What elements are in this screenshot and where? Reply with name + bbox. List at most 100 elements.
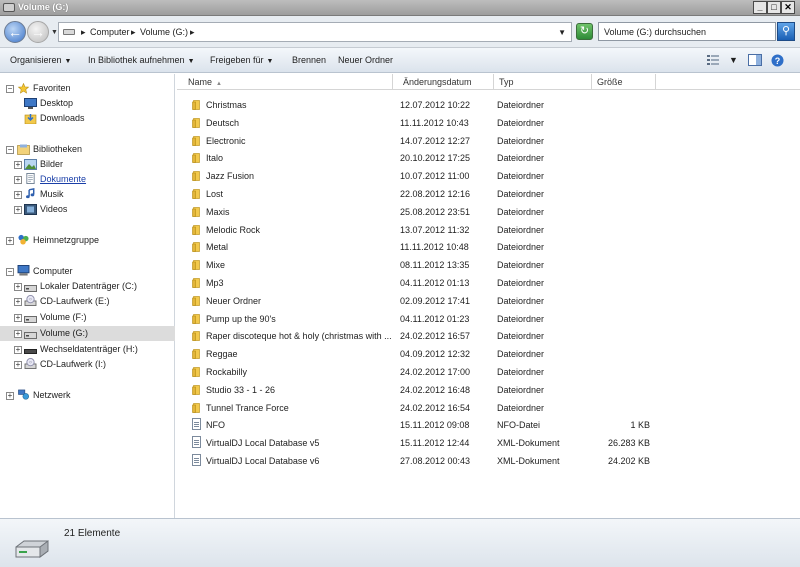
- table-row[interactable]: Mp3 04.11.2012 01:13 Dateiordner: [177, 274, 800, 292]
- view-options-icon[interactable]: [706, 54, 720, 66]
- file-type: Dateiordner: [497, 100, 545, 110]
- table-row[interactable]: Rockabilly 24.02.2012 17:00 Dateiordner: [177, 363, 800, 381]
- address-bar[interactable]: ▸ Computer ▸ Volume (G:) ▸ ▼: [58, 22, 572, 42]
- expand-icon[interactable]: +: [14, 206, 22, 214]
- nav-item-drive-c[interactable]: + Lokaler Datenträger (C:): [14, 280, 164, 294]
- nav-homegroup[interactable]: + Heimnetzgruppe: [6, 234, 171, 248]
- table-row[interactable]: Neuer Ordner 02.09.2012 17:41 Dateiordner: [177, 292, 800, 310]
- column-header-type[interactable]: Typ: [494, 74, 592, 90]
- expand-icon[interactable]: +: [14, 314, 22, 322]
- expand-icon[interactable]: +: [14, 346, 22, 354]
- back-button[interactable]: ←: [4, 21, 26, 43]
- file-type: NFO-Datei: [497, 420, 541, 431]
- minimize-button[interactable]: _: [753, 1, 767, 14]
- column-header-name[interactable]: Name ▲: [183, 74, 398, 90]
- folder-icon: [192, 242, 200, 253]
- nav-item-drive-e[interactable]: + CD-Laufwerk (E:): [14, 295, 164, 309]
- share-with-menu[interactable]: Freigeben für ▼: [210, 55, 273, 65]
- nav-item-drive-f[interactable]: + Volume (F:): [14, 311, 164, 325]
- nav-item-musik[interactable]: + Musik: [14, 188, 164, 202]
- address-dropdown-icon[interactable]: ▼: [558, 28, 566, 37]
- file-type: Dateiordner: [497, 135, 545, 146]
- folder-icon: [192, 384, 200, 395]
- view-dropdown-icon[interactable]: ▼: [729, 55, 738, 65]
- collapse-icon[interactable]: −: [6, 146, 14, 154]
- expand-icon[interactable]: +: [14, 191, 22, 199]
- table-row[interactable]: Studio 33 - 1 - 26 24.02.2012 16:48 Dateio…: [177, 381, 800, 399]
- table-row[interactable]: Tunnel Trance Force 24.02.2012 16:54 Datei…: [177, 399, 800, 417]
- table-row[interactable]: Raper discoteque hot & holy (christmas w…: [177, 327, 800, 345]
- nav-item-drive-i[interactable]: + CD-Laufwerk (I:): [14, 358, 164, 372]
- file-modified: 02.09.2012 17:41: [400, 295, 471, 306]
- table-row[interactable]: Deutsch 11.11.2012 10:43 Dateiordner: [177, 114, 800, 132]
- column-header-modified[interactable]: Änderungsdatum: [398, 74, 494, 90]
- expand-icon[interactable]: +: [6, 237, 14, 245]
- expand-icon[interactable]: +: [14, 283, 22, 291]
- file-name: Mp3: [206, 278, 224, 288]
- new-folder-button[interactable]: Neuer Ordner: [338, 55, 393, 65]
- nav-item-desktop[interactable]: Desktop: [24, 97, 164, 111]
- include-in-library-menu[interactable]: In Bibliothek aufnehmen ▼: [88, 55, 195, 65]
- recent-pages-dropdown[interactable]: ▼: [51, 29, 58, 36]
- table-row[interactable]: Reggae 04.09.2012 12:32 Dateiordner: [177, 345, 800, 363]
- expand-icon[interactable]: +: [14, 161, 22, 169]
- collapse-icon[interactable]: −: [6, 85, 14, 93]
- crumb-separator-icon[interactable]: ▸: [190, 27, 195, 38]
- nav-network[interactable]: + Netzwerk: [6, 389, 171, 403]
- table-row[interactable]: Lost 22.08.2012 12:16 Dateiordner: [177, 185, 800, 203]
- table-row[interactable]: NFO 15.11.2012 09:08 NFO-Datei 1 KB: [177, 416, 800, 434]
- maximize-button[interactable]: □: [767, 1, 781, 14]
- file-name: Mixe: [206, 260, 226, 271]
- crumb-separator-icon[interactable]: ▸: [81, 27, 86, 38]
- star-icon: [17, 83, 30, 94]
- nav-item-drive-g[interactable]: + Volume (G:): [14, 327, 164, 341]
- network-icon: [18, 389, 30, 400]
- burn-button[interactable]: Brennen: [292, 55, 326, 65]
- file-name: Christmas: [206, 100, 247, 110]
- table-row[interactable]: Melodic Rock 13.07.2012 11:32 Dateiordner: [177, 221, 800, 239]
- preview-pane-icon[interactable]: [748, 54, 762, 66]
- expand-icon[interactable]: +: [14, 298, 22, 306]
- nav-item-dokumente[interactable]: + Dokumente: [14, 173, 164, 187]
- table-row[interactable]: Christmas 12.07.2012 10:22 Dateiordner: [177, 96, 800, 114]
- refresh-button[interactable]: ↻: [576, 23, 593, 40]
- nav-libraries[interactable]: − Bibliotheken: [6, 143, 171, 157]
- file-size: 24.202 KB: [607, 456, 650, 466]
- nav-computer[interactable]: − Computer: [6, 265, 171, 279]
- organize-menu[interactable]: Organisieren ▼: [10, 55, 71, 65]
- table-row[interactable]: VirtualDJ Local Database v5 15.11.2012 12…: [177, 434, 800, 452]
- breadcrumb-computer[interactable]: Computer: [90, 27, 130, 37]
- table-row[interactable]: Metal 11.11.2012 10:48 Dateiordner: [177, 238, 800, 256]
- table-row[interactable]: Electronic 14.07.2012 12:27 Dateiordner: [177, 132, 800, 150]
- table-row[interactable]: Italo 20.10.2012 17:25 Dateiordner: [177, 149, 800, 167]
- file-name: Neuer Ordner: [206, 295, 262, 306]
- breadcrumb-volume-g[interactable]: Volume (G:): [140, 27, 188, 37]
- nav-favorites[interactable]: − Favoriten: [6, 82, 171, 96]
- title-bar: Volume (G:) _ □ ✕: [0, 0, 800, 16]
- expand-icon[interactable]: +: [14, 330, 22, 338]
- nav-item-downloads[interactable]: Downloads: [24, 112, 164, 126]
- expand-icon[interactable]: +: [14, 176, 22, 184]
- nav-item-drive-h[interactable]: + Wechseldatenträger (H:): [14, 343, 164, 357]
- table-row[interactable]: Mixe 08.11.2012 13:35 Dateiordner: [177, 256, 800, 274]
- help-icon[interactable]: ?: [771, 54, 784, 67]
- crumb-separator-icon[interactable]: ▸: [131, 27, 136, 38]
- table-row[interactable]: VirtualDJ Local Database v6 27.08.2012 00…: [177, 452, 800, 470]
- file-type: Dateiordner: [497, 367, 545, 377]
- search-icon[interactable]: ⚲: [777, 22, 795, 41]
- nav-item-bilder[interactable]: + Bilder: [14, 158, 164, 172]
- nav-item-videos[interactable]: + Videos: [14, 203, 164, 217]
- expand-icon[interactable]: +: [6, 392, 14, 400]
- search-input[interactable]: Volume (G:) durchsuchen: [598, 22, 776, 41]
- collapse-icon[interactable]: −: [6, 268, 14, 276]
- folder-icon: [192, 206, 200, 217]
- expand-icon[interactable]: +: [14, 361, 22, 369]
- table-row[interactable]: Maxis 25.08.2012 23:51 Dateiordner: [177, 203, 800, 221]
- file-name: Raper discoteque hot & holy (christmas w…: [206, 331, 392, 342]
- table-row[interactable]: Jazz Fusion 10.07.2012 11:00 Dateiordner: [177, 167, 800, 185]
- forward-button[interactable]: →: [27, 21, 49, 43]
- table-row[interactable]: Pump up the 90's 04.11.2012 01:23 Dateiord…: [177, 310, 800, 328]
- file-name: Jazz Fusion: [206, 171, 255, 182]
- column-header-size[interactable]: Größe: [592, 74, 656, 90]
- close-button[interactable]: ✕: [781, 1, 795, 14]
